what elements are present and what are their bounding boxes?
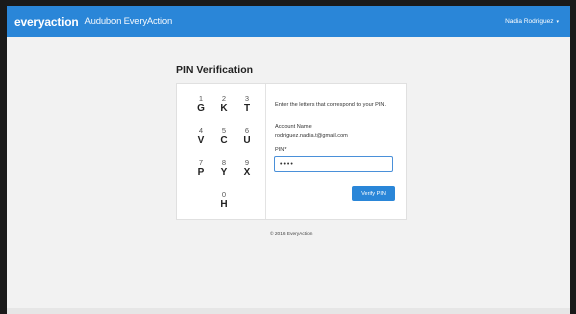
key-letter: K [220,103,228,114]
key-number: 6 [244,126,250,135]
key-letter: T [243,103,251,114]
keypad-key-4[interactable]: 4 V [191,126,211,147]
everyaction-logo: everyaction [14,14,79,29]
user-name: Nadia Rodriguez [505,18,554,25]
keypad-key-2[interactable]: 2 K [214,94,234,115]
account-name-label: Account Name [275,124,312,130]
key-number: 4 [198,126,204,135]
pin-card: 1 G 2 K 3 T 4 V 5 C 6 U 7 P 8 Y 9 X 0 H … [176,83,407,220]
key-letter: X [243,167,251,178]
pin-input[interactable] [274,156,393,172]
keypad-key-1[interactable]: 1 G [191,94,211,115]
key-number: 3 [244,94,250,103]
key-number: 2 [221,94,227,103]
keypad-key-6[interactable]: 6 U [237,126,257,147]
bottom-edge [7,308,570,314]
page-title: PIN Verification [176,64,254,76]
keypad-key-9[interactable]: 9 X [237,158,257,179]
user-menu[interactable]: Nadia Rodriguez ▾ [505,6,559,37]
account-email: rodriguez.nadia.t@gmail.com [275,133,348,139]
caret-down-icon: ▾ [556,18,559,25]
pin-label: PIN* [275,147,287,153]
pin-instructions: Enter the letters that correspond to you… [275,102,386,108]
key-letter: G [197,103,205,114]
keypad: 1 G 2 K 3 T 4 V 5 C 6 U 7 P 8 Y 9 X 0 H [177,84,266,219]
brand[interactable]: everyaction Audubon EveryAction [14,15,172,29]
key-letter: P [197,167,205,178]
key-number: 7 [198,158,204,167]
key-letter: Y [220,167,228,178]
key-number: 0 [221,190,227,199]
top-navbar: everyaction Audubon EveryAction Nadia Ro… [7,6,570,37]
key-number: 8 [221,158,227,167]
keypad-key-0[interactable]: 0 H [214,190,234,211]
key-number: 9 [244,158,250,167]
key-letter: C [220,135,228,146]
key-letter: H [220,199,228,210]
org-name: Audubon EveryAction [84,16,173,27]
key-number: 1 [198,94,204,103]
keypad-key-7[interactable]: 7 P [191,158,211,179]
keypad-key-5[interactable]: 5 C [214,126,234,147]
keypad-key-8[interactable]: 8 Y [214,158,234,179]
key-letter: U [243,135,251,146]
key-number: 5 [221,126,227,135]
keypad-key-3[interactable]: 3 T [237,94,257,115]
key-letter: V [197,135,205,146]
verify-pin-button[interactable]: Verify PIN [352,186,395,201]
footer-copyright: © 2016 EveryAction [270,232,313,237]
